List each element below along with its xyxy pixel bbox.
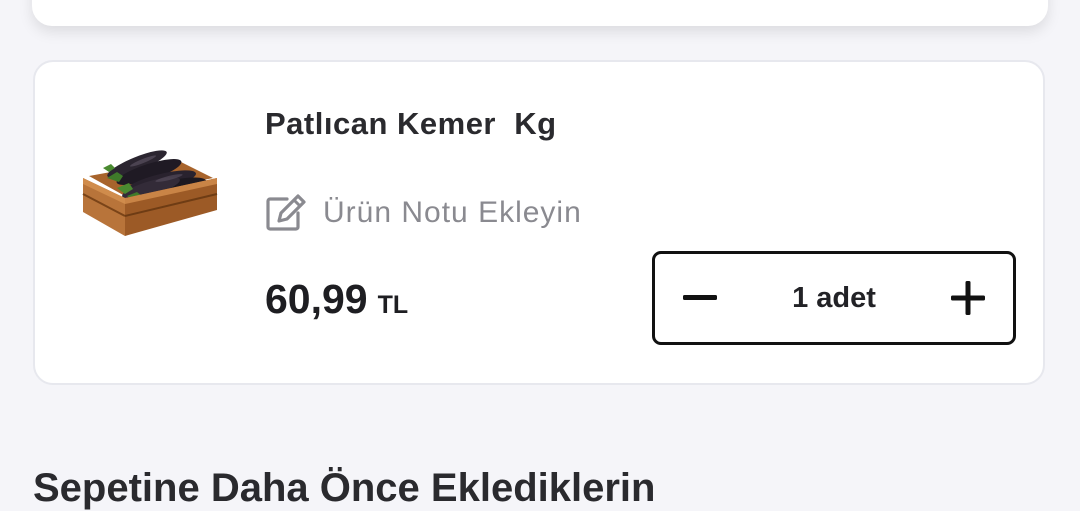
previously-added-section-title: Sepetine Daha Önce Eklediklerin bbox=[33, 466, 656, 510]
minus-icon bbox=[683, 295, 717, 300]
product-image[interactable] bbox=[79, 138, 224, 248]
add-note-label: Ürün Notu Ekleyin bbox=[323, 196, 582, 229]
product-name: Patlıcan Kemer Kg bbox=[265, 106, 557, 141]
quantity-value: 1 adet bbox=[792, 282, 876, 314]
increase-quantity-button[interactable] bbox=[923, 254, 1013, 342]
product-price: 60,99 TL bbox=[265, 276, 408, 323]
previous-cart-card bbox=[32, 0, 1048, 26]
plus-icon bbox=[951, 281, 985, 315]
edit-note-icon bbox=[266, 194, 306, 231]
add-product-note-button[interactable]: Ürün Notu Ekleyin bbox=[265, 194, 582, 232]
price-value: 60,99 bbox=[265, 276, 368, 322]
decrease-quantity-button[interactable] bbox=[655, 254, 745, 342]
cart-item-card: Patlıcan Kemer Kg Ürün Notu Ekleyin 60,9… bbox=[33, 60, 1045, 385]
eggplant-crate-icon bbox=[82, 150, 218, 236]
price-currency: TL bbox=[377, 291, 409, 319]
quantity-stepper: 1 adet bbox=[652, 251, 1016, 345]
